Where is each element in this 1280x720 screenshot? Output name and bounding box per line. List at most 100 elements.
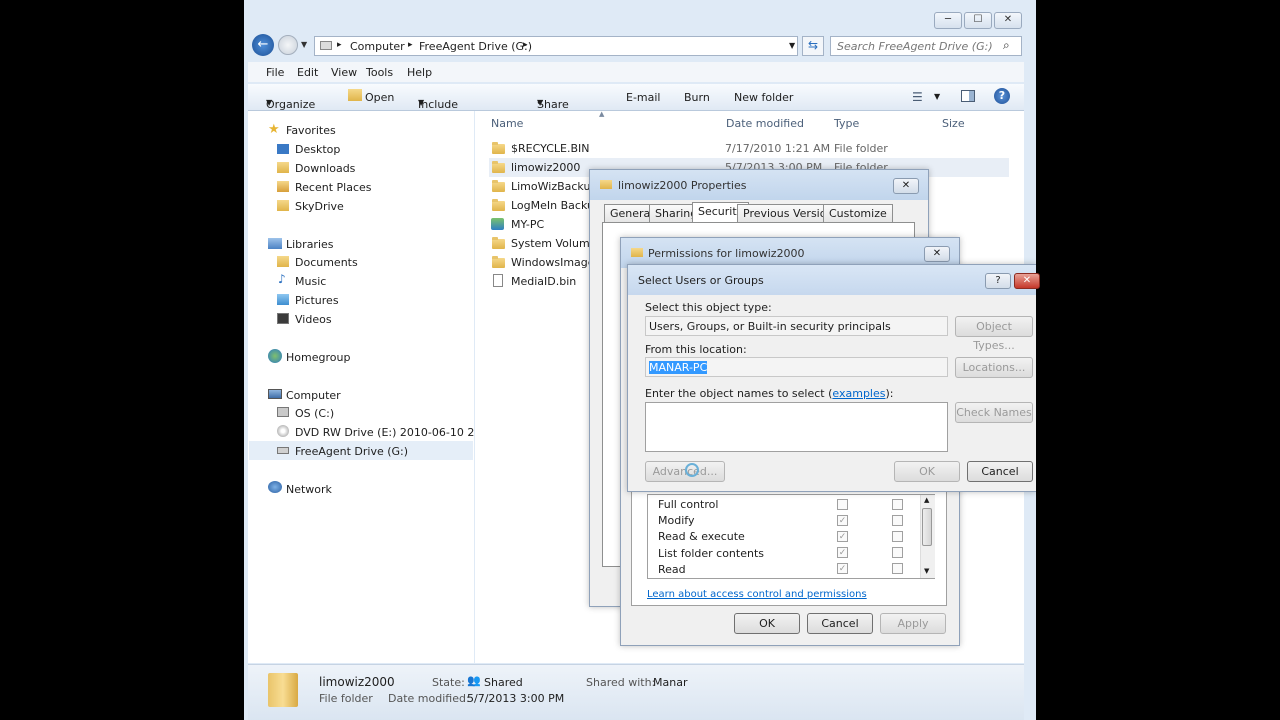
deny-list-folder-checkbox[interactable]	[892, 547, 903, 558]
refresh-icon[interactable]: ⇆	[802, 36, 824, 56]
menu-file[interactable]: File	[266, 66, 284, 79]
allow-read-checkbox[interactable]: ✓	[837, 563, 848, 574]
allow-list-folder-checkbox[interactable]: ✓	[837, 547, 848, 558]
scroll-thumb[interactable]	[922, 508, 932, 546]
nav-skydrive[interactable]: SkyDrive	[295, 200, 344, 213]
nav-desktop[interactable]: Desktop	[295, 143, 340, 156]
nav-music[interactable]: Music	[295, 275, 326, 288]
large-folder-icon	[268, 673, 298, 707]
open-button[interactable]: Open	[365, 91, 394, 104]
search-input[interactable]: Search FreeAgent Drive (G:) ⌕	[830, 36, 1022, 56]
scroll-up-icon[interactable]: ▲	[924, 496, 929, 504]
nav-downloads[interactable]: Downloads	[295, 162, 355, 175]
object-types-button[interactable]: Object Types...	[955, 316, 1033, 352]
nav-videos[interactable]: Videos	[295, 313, 332, 326]
file-icon	[493, 274, 503, 287]
nav-computer[interactable]: Computer	[286, 389, 341, 402]
help-icon[interactable]: ?	[994, 88, 1010, 104]
nav-documents[interactable]: Documents	[295, 256, 358, 269]
menu-view[interactable]: View	[331, 66, 357, 79]
folder-icon	[492, 161, 505, 173]
permissions-apply-button[interactable]: Apply	[880, 613, 946, 634]
permissions-ok-button[interactable]: OK	[734, 613, 800, 634]
nav-libraries[interactable]: Libraries	[286, 238, 334, 251]
column-date-modified[interactable]: Date modified	[726, 117, 804, 130]
close-window-button[interactable]: ✕	[994, 12, 1022, 29]
os-drive-icon	[277, 407, 289, 417]
preview-pane-icon[interactable]	[961, 90, 975, 102]
scroll-down-icon[interactable]: ▼	[924, 567, 929, 575]
permissions-list: Full control Modify ✓ Read & execute ✓ L…	[647, 494, 935, 579]
search-icon[interactable]: ⌕	[1003, 38, 1010, 53]
select-users-help-button[interactable]: ?	[985, 273, 1011, 289]
dvd-icon	[277, 425, 289, 437]
select-users-close-button[interactable]: ✕	[1014, 273, 1040, 289]
column-type[interactable]: Type	[834, 117, 859, 130]
check-names-button[interactable]: Check Names	[955, 402, 1033, 423]
object-type-label: Select this object type:	[645, 301, 772, 314]
folder-icon	[631, 248, 643, 257]
nav-freeagent-drive[interactable]: FreeAgent Drive (G:)	[295, 445, 408, 458]
perm-read-execute: Read & execute	[658, 530, 745, 543]
learn-access-control-link[interactable]: Learn about access control and permissio…	[647, 589, 867, 600]
column-name[interactable]: Name	[491, 117, 523, 130]
examples-link[interactable]: examples	[832, 387, 885, 400]
nav-favorites[interactable]: Favorites	[286, 124, 336, 137]
permissions-scrollbar[interactable]: ▲ ▼	[920, 495, 935, 578]
forward-button[interactable]	[278, 35, 298, 55]
deny-full-control-checkbox[interactable]	[892, 499, 903, 510]
folder-icon	[600, 180, 612, 189]
view-dropdown-icon[interactable]: ▼	[934, 92, 940, 101]
email-button[interactable]: E-mail	[626, 91, 661, 104]
menu-help[interactable]: Help	[407, 66, 432, 79]
back-button[interactable]: ←	[252, 34, 274, 56]
address-bar[interactable]: ▸ Computer ▸ FreeAgent Drive (G:) ▸ ▼	[314, 36, 798, 56]
address-dropdown-icon[interactable]: ▼	[789, 41, 795, 50]
busy-cursor-icon	[685, 463, 699, 477]
favorites-star-icon: ★	[268, 122, 280, 137]
select-users-ok-button[interactable]: OK	[894, 461, 960, 482]
perm-full-control: Full control	[658, 498, 719, 511]
object-names-input[interactable]	[645, 402, 948, 452]
permissions-cancel-button[interactable]: Cancel	[807, 613, 873, 634]
folder-icon	[492, 256, 505, 268]
allow-read-execute-checkbox[interactable]: ✓	[837, 531, 848, 542]
deny-read-checkbox[interactable]	[892, 563, 903, 574]
tab-customize[interactable]: Customize	[823, 204, 893, 222]
change-view-icon[interactable]: ☰	[912, 90, 923, 104]
breadcrumb-drive[interactable]: FreeAgent Drive (G:)	[419, 40, 532, 53]
column-size[interactable]: Size	[942, 117, 965, 130]
nav-homegroup[interactable]: Homegroup	[286, 351, 350, 364]
nav-network[interactable]: Network	[286, 483, 332, 496]
burn-button[interactable]: Burn	[684, 91, 710, 104]
locations-button[interactable]: Locations...	[955, 357, 1033, 378]
allow-modify-checkbox[interactable]: ✓	[837, 515, 848, 526]
table-row[interactable]: $RECYCLE.BIN 7/17/2010 1:21 AM File fold…	[489, 139, 1009, 158]
details-modified-value: 5/7/2013 3:00 PM	[467, 692, 565, 705]
search-placeholder: Search FreeAgent Drive (G:)	[837, 40, 993, 53]
new-folder-button[interactable]: New folder	[734, 91, 793, 104]
menu-bar: File Edit View Tools Help	[248, 62, 1024, 82]
details-shared-label: Shared with:	[586, 676, 656, 689]
folder-icon	[492, 237, 505, 249]
nav-recent-places[interactable]: Recent Places	[295, 181, 372, 194]
object-type-field: Users, Groups, or Built-in security prin…	[645, 316, 948, 336]
permissions-close-button[interactable]: ✕	[924, 246, 950, 262]
nav-dvd-drive[interactable]: DVD RW Drive (E:) 2010-06-10 2144	[295, 426, 495, 439]
menu-edit[interactable]: Edit	[297, 66, 318, 79]
properties-close-button[interactable]: ✕	[893, 178, 919, 194]
videos-icon	[277, 313, 289, 324]
location-label: From this location:	[645, 343, 747, 356]
maximize-button[interactable]: ☐	[964, 12, 992, 29]
drive-icon	[320, 41, 332, 50]
breadcrumb-computer[interactable]: Computer	[350, 40, 405, 53]
nav-pictures[interactable]: Pictures	[295, 294, 339, 307]
menu-tools[interactable]: Tools	[366, 66, 393, 79]
deny-read-execute-checkbox[interactable]	[892, 531, 903, 542]
nav-os-drive[interactable]: OS (C:)	[295, 407, 334, 420]
allow-full-control-checkbox[interactable]	[837, 499, 848, 510]
recent-pages-icon[interactable]: ▼	[301, 40, 307, 49]
select-users-cancel-button[interactable]: Cancel	[967, 461, 1033, 482]
deny-modify-checkbox[interactable]	[892, 515, 903, 526]
minimize-button[interactable]: ─	[934, 12, 962, 29]
